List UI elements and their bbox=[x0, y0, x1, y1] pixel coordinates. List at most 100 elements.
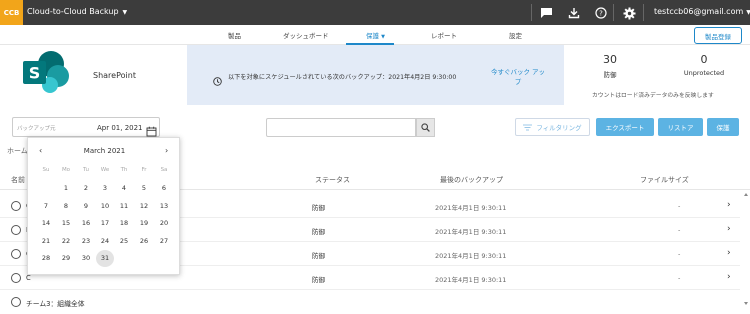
weekday-label: Su bbox=[42, 167, 50, 173]
calendar-day[interactable]: 27 bbox=[155, 233, 173, 250]
restore-button[interactable]: リストア bbox=[658, 118, 703, 136]
row-last-backup: 2021年4月1日 9:30:11 bbox=[435, 204, 507, 212]
row-status: 防御 bbox=[312, 228, 325, 236]
divider bbox=[613, 4, 614, 21]
calendar-day[interactable]: 18 bbox=[115, 215, 133, 232]
calendar-day[interactable]: 9 bbox=[77, 198, 95, 215]
calendar-day[interactable]: 4 bbox=[115, 180, 133, 197]
calendar-day[interactable]: 16 bbox=[77, 215, 95, 232]
row-radio[interactable] bbox=[11, 273, 21, 283]
row-last-backup: 2021年4月1日 9:30:11 bbox=[435, 228, 507, 236]
chevron-right-icon[interactable]: › bbox=[727, 272, 731, 282]
row-radio[interactable] bbox=[11, 249, 21, 259]
calendar-day[interactable]: 11 bbox=[115, 198, 133, 215]
nav-protection[interactable]: 保護 ▼ bbox=[366, 30, 385, 40]
breadcrumb-home[interactable]: ホーム bbox=[7, 146, 28, 156]
calendar-day[interactable]: 20 bbox=[155, 215, 173, 232]
svg-text:?: ? bbox=[599, 10, 603, 18]
nav-settings[interactable]: 設定 bbox=[509, 30, 522, 40]
calendar-month-title: March 2021 bbox=[83, 147, 126, 155]
calendar-day[interactable]: 19 bbox=[135, 215, 153, 232]
calendar-day[interactable]: 17 bbox=[96, 215, 114, 232]
app-logo[interactable]: CCB bbox=[0, 0, 23, 25]
calendar-day[interactable]: 15 bbox=[57, 215, 75, 232]
date-label: バックアップ元 bbox=[17, 126, 56, 132]
row-status: 防御 bbox=[312, 252, 325, 260]
help-icon[interactable]: ? bbox=[593, 5, 609, 21]
protect-button[interactable]: 保護 bbox=[707, 118, 739, 136]
backup-date-picker[interactable]: バックアップ元 Apr 01, 2021 bbox=[12, 117, 160, 137]
filter-button[interactable]: フィルタリング bbox=[515, 118, 590, 136]
divider bbox=[643, 4, 644, 21]
calendar-day[interactable]: 3 bbox=[96, 180, 114, 197]
date-value: Apr 01, 2021 bbox=[97, 124, 143, 132]
calendar-day[interactable]: 31 bbox=[96, 250, 114, 267]
calendar-day[interactable]: 30 bbox=[77, 250, 95, 267]
unprotected-label: Unprotected bbox=[683, 69, 725, 77]
chevron-right-icon[interactable]: › bbox=[727, 248, 731, 258]
calendar-day[interactable]: 14 bbox=[37, 215, 55, 232]
main-nav: 製品 ダッシュボード 保護 ▼ レポート 設定 bbox=[0, 25, 750, 45]
weekday-label: Fr bbox=[141, 167, 147, 173]
search-input[interactable] bbox=[266, 118, 416, 137]
filter-icon bbox=[523, 124, 533, 130]
chat-icon[interactable] bbox=[538, 5, 554, 21]
calendar-day[interactable]: 23 bbox=[77, 233, 95, 250]
app-switcher[interactable]: Cloud-to-Cloud Backup ▼ bbox=[27, 7, 127, 16]
calendar-day[interactable]: 28 bbox=[37, 250, 55, 267]
calendar-day[interactable]: 7 bbox=[37, 198, 55, 215]
weekday-label: Sa bbox=[160, 167, 168, 173]
calendar-day[interactable]: 8 bbox=[57, 198, 75, 215]
calendar-day[interactable]: 29 bbox=[57, 250, 75, 267]
row-radio[interactable] bbox=[11, 225, 21, 235]
row-name: チーム3：組織全体 bbox=[26, 300, 85, 308]
caret-down-icon: ▼ bbox=[381, 34, 385, 40]
calendar-day[interactable]: 22 bbox=[57, 233, 75, 250]
calendar-day[interactable]: 24 bbox=[96, 233, 114, 250]
nav-reports[interactable]: レポート bbox=[431, 30, 457, 40]
calendar-day[interactable]: 2 bbox=[77, 180, 95, 197]
row-radio[interactable] bbox=[11, 297, 21, 307]
calendar-day[interactable]: 12 bbox=[135, 198, 153, 215]
row-size: - bbox=[678, 226, 681, 234]
gear-icon[interactable] bbox=[621, 5, 637, 21]
calendar-day[interactable]: 1 bbox=[57, 180, 75, 197]
calendar-day[interactable]: 21 bbox=[37, 233, 55, 250]
calendar-day[interactable]: 26 bbox=[135, 233, 153, 250]
scrollbar[interactable] bbox=[742, 190, 750, 308]
calendar-day[interactable]: 25 bbox=[115, 233, 133, 250]
calendar-day[interactable]: 5 bbox=[135, 180, 153, 197]
count-note: カウントはロード済みデータのみを反映します bbox=[592, 93, 714, 99]
nav-protection-label: 保護 bbox=[366, 32, 379, 40]
protected-label: 防御 bbox=[603, 71, 617, 79]
user-menu[interactable]: testccb06@gmail.com ▼ bbox=[654, 7, 750, 16]
next-month-button[interactable]: › bbox=[165, 146, 168, 155]
calendar-day[interactable]: 13 bbox=[155, 198, 173, 215]
column-name[interactable]: 名前 bbox=[11, 175, 25, 185]
row-last-backup: 2021年4月1日 9:30:11 bbox=[435, 276, 507, 284]
row-name: C bbox=[26, 274, 31, 282]
filter-label: フィルタリング bbox=[536, 124, 582, 132]
nav-dashboard[interactable]: ダッシュボード bbox=[283, 30, 329, 40]
export-button[interactable]: エクスポート bbox=[596, 118, 654, 136]
calendar-popup: ‹ March 2021 › Su Mo Tu We Th Fr Sa 1 2 3 4 5 6 7 8 9 10… bbox=[27, 137, 180, 275]
chevron-right-icon[interactable]: › bbox=[727, 224, 731, 234]
register-product-button[interactable]: 製品登録 bbox=[694, 27, 742, 44]
row-size: - bbox=[678, 274, 681, 282]
svg-text:S: S bbox=[29, 64, 41, 83]
column-status[interactable]: ステータス bbox=[315, 175, 350, 185]
chevron-right-icon[interactable]: › bbox=[727, 200, 731, 210]
download-icon[interactable] bbox=[566, 5, 582, 21]
row-radio[interactable] bbox=[11, 201, 21, 211]
row-last-backup: 2021年4月1日 9:30:11 bbox=[435, 252, 507, 260]
table-row[interactable]: チーム3：組織全体 bbox=[0, 290, 740, 314]
column-last-backup[interactable]: 最後のバックアップ bbox=[440, 175, 503, 185]
backup-now-link[interactable]: 今すぐバック アップ bbox=[490, 67, 546, 87]
calendar-day[interactable]: 10 bbox=[96, 198, 114, 215]
row-status: 防御 bbox=[312, 276, 325, 284]
calendar-icon[interactable] bbox=[146, 122, 157, 137]
search-button[interactable] bbox=[416, 118, 435, 137]
column-file-size[interactable]: ファイルサイズ bbox=[640, 175, 689, 185]
nav-products[interactable]: 製品 bbox=[228, 30, 241, 40]
calendar-day[interactable]: 6 bbox=[155, 180, 173, 197]
